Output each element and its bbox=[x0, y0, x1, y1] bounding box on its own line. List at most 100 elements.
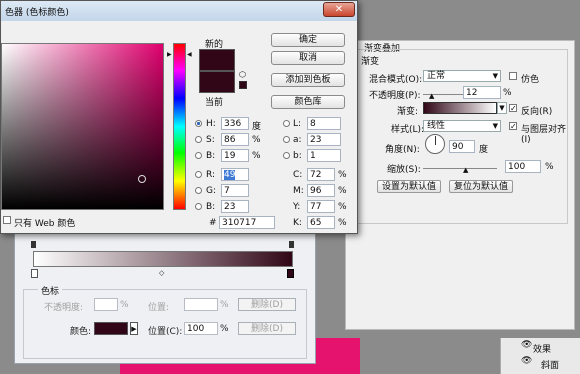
opacity-stop[interactable] bbox=[289, 241, 294, 248]
layer-effects-label: 效果 bbox=[533, 345, 552, 355]
hue-input[interactable]: 336 bbox=[221, 117, 249, 130]
lab-l-input[interactable]: 8 bbox=[307, 117, 341, 130]
stop-color-label: 颜色: bbox=[70, 327, 92, 337]
red-input[interactable]: 49 bbox=[221, 168, 249, 181]
angle-dial[interactable] bbox=[425, 134, 445, 154]
cyan-input[interactable]: 72 bbox=[307, 168, 335, 181]
eye-icon[interactable]: 👁 bbox=[521, 340, 532, 350]
brightness-radio[interactable] bbox=[195, 152, 202, 159]
brightness-unit: % bbox=[252, 151, 261, 161]
lab-b-radio[interactable] bbox=[283, 152, 290, 159]
layer-effect-item: 斜面 bbox=[541, 361, 560, 371]
saturation-label: S: bbox=[206, 135, 215, 145]
lab-a-radio[interactable] bbox=[283, 136, 290, 143]
scale-input[interactable]: 100 bbox=[505, 160, 541, 173]
hue-arrow-right-icon[interactable]: ◀ bbox=[187, 51, 192, 58]
yellow-input[interactable]: 77 bbox=[307, 200, 335, 213]
web-colors-only-label: 只有 Web 颜色 bbox=[14, 219, 76, 229]
stop-color-location-input[interactable]: 100 bbox=[184, 322, 218, 335]
opacity-label: 不透明度(P): bbox=[369, 91, 421, 101]
add-to-swatches-button[interactable]: 添加到色板 bbox=[271, 73, 345, 87]
saturation-brightness-field[interactable] bbox=[1, 43, 164, 210]
magenta-label: M: bbox=[293, 186, 304, 196]
lab-b-input[interactable]: 1 bbox=[307, 149, 341, 162]
black-input[interactable]: 65 bbox=[307, 216, 335, 229]
triangle-right-icon[interactable]: ▶ bbox=[130, 322, 138, 335]
color-stop-dark[interactable] bbox=[287, 269, 294, 278]
stop-location-input[interactable] bbox=[184, 298, 218, 311]
gradient-preview[interactable] bbox=[423, 102, 497, 114]
current-color-swatch[interactable] bbox=[199, 71, 235, 93]
lab-l-radio[interactable] bbox=[283, 120, 290, 127]
close-icon[interactable]: ✕ bbox=[323, 2, 355, 17]
hue-unit: 度 bbox=[252, 122, 262, 132]
opacity-input[interactable]: 12 bbox=[463, 86, 501, 99]
midpoint-diamond-icon[interactable]: ◇ bbox=[159, 269, 164, 277]
blue-label: B: bbox=[206, 202, 216, 212]
blue-radio[interactable] bbox=[195, 203, 202, 210]
red-label: R: bbox=[206, 170, 216, 180]
stop-opacity-input[interactable] bbox=[94, 298, 118, 311]
magenta-input[interactable]: 96 bbox=[307, 184, 335, 197]
blue-input[interactable]: 23 bbox=[221, 200, 249, 213]
angle-unit-label: 度 bbox=[479, 145, 489, 155]
cube-icon[interactable]: ⬡ bbox=[239, 71, 247, 79]
color-libraries-button[interactable]: 颜色库 bbox=[271, 95, 345, 109]
green-radio[interactable] bbox=[195, 187, 202, 194]
red-radio[interactable] bbox=[195, 171, 202, 178]
ok-button[interactable]: 确定 bbox=[271, 33, 345, 47]
web-colors-only-checkbox[interactable] bbox=[3, 216, 11, 224]
delete-color-stop-button[interactable]: 删除(D) bbox=[238, 322, 296, 335]
saturation-radio[interactable] bbox=[195, 136, 202, 143]
color-field-cursor[interactable] bbox=[138, 175, 146, 183]
brightness-input[interactable]: 19 bbox=[221, 149, 249, 162]
saturation-input[interactable]: 86 bbox=[221, 133, 249, 146]
chevron-down-icon[interactable]: ▼ bbox=[497, 102, 507, 114]
percent-label: % bbox=[220, 300, 229, 310]
align-layer-checkbox[interactable]: ✓ bbox=[509, 122, 517, 131]
stop-opacity-label: 不透明度: bbox=[44, 303, 84, 313]
saturation-unit: % bbox=[252, 135, 261, 145]
lab-a-label: a: bbox=[293, 135, 302, 145]
gradient-style-select[interactable]: 线性 ▼ bbox=[423, 120, 501, 132]
percent-label: % bbox=[120, 300, 129, 310]
blend-mode-select[interactable]: 正常 ▼ bbox=[423, 70, 501, 82]
color-stop-white[interactable] bbox=[31, 269, 38, 278]
make-default-button[interactable]: 设置为默认值 bbox=[377, 180, 441, 193]
angle-input[interactable]: 90 bbox=[449, 140, 475, 153]
align-layer-label: 与图层对齐(I) bbox=[521, 125, 567, 145]
web-safe-swatch[interactable] bbox=[239, 81, 247, 89]
stops-group-label: 色标 bbox=[38, 284, 63, 297]
lab-a-input[interactable]: 23 bbox=[307, 133, 341, 146]
cancel-button[interactable]: 取消 bbox=[271, 51, 345, 65]
reverse-label: 反向(R) bbox=[521, 107, 553, 117]
percent-label: % bbox=[220, 324, 229, 334]
hue-slider[interactable] bbox=[173, 43, 186, 210]
percent-label: % bbox=[545, 162, 554, 172]
eye-icon[interactable]: 👁 bbox=[521, 356, 532, 366]
reverse-checkbox[interactable]: ✓ bbox=[509, 104, 517, 113]
hue-label: H: bbox=[206, 119, 216, 129]
slider-handle-icon[interactable]: ▲ bbox=[463, 166, 468, 174]
scale-slider[interactable] bbox=[423, 168, 497, 169]
hue-arrow-left-icon[interactable]: ▶ bbox=[167, 51, 172, 58]
gradient-group-label: 渐变 bbox=[361, 57, 380, 67]
hex-input[interactable]: 310717 bbox=[219, 216, 275, 229]
dither-checkbox[interactable] bbox=[509, 72, 517, 80]
color-picker-window: 色器 (色标颜色) ✕ ▶ ◀ 新的 当前 ⬡ 确定 取消 添加到色板 颜色库 … bbox=[0, 0, 358, 234]
black-unit: % bbox=[338, 218, 347, 228]
hue-radio[interactable] bbox=[195, 120, 202, 127]
gradient-bar[interactable] bbox=[33, 251, 293, 267]
opacity-stop[interactable] bbox=[31, 241, 36, 248]
green-input[interactable]: 7 bbox=[221, 184, 249, 197]
stop-color-swatch[interactable] bbox=[94, 322, 128, 335]
magenta-unit: % bbox=[338, 186, 347, 196]
brightness-label: B: bbox=[206, 151, 216, 161]
slider-handle-icon[interactable]: ▲ bbox=[429, 92, 434, 100]
stops-group: 色标 不透明度: % 位置: % 删除(D) 颜色: ▶ 位置(C): 100 … bbox=[23, 284, 307, 359]
hex-label: # bbox=[209, 218, 217, 228]
chevron-down-icon: ▼ bbox=[492, 122, 498, 130]
title-bar[interactable]: 色器 (色标颜色) ✕ bbox=[1, 1, 357, 21]
reset-default-button[interactable]: 复位为默认值 bbox=[449, 180, 513, 193]
delete-opacity-stop-button[interactable]: 删除(D) bbox=[238, 298, 296, 311]
